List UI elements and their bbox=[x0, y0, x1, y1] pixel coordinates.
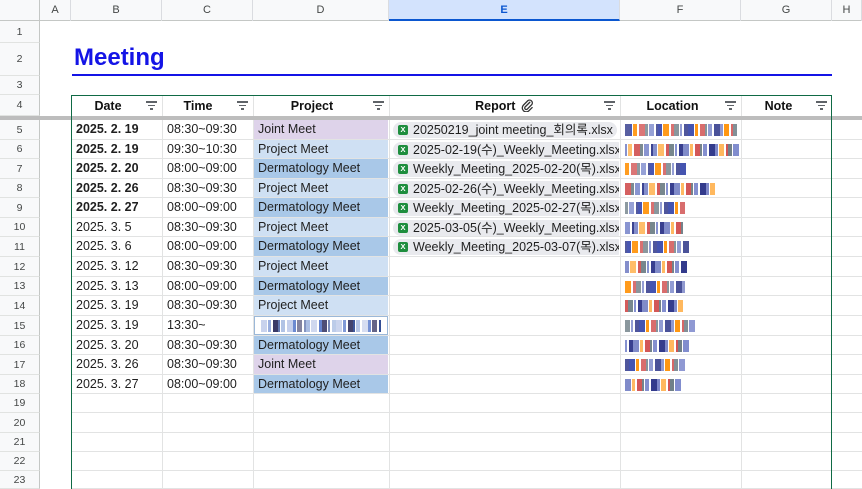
row-header-12[interactable]: 12 bbox=[0, 257, 40, 277]
select-all-corner[interactable] bbox=[0, 0, 40, 21]
row-header-19[interactable]: 19 bbox=[0, 394, 40, 413]
column-header-d[interactable]: D bbox=[253, 0, 389, 21]
row-header-23[interactable]: 23 bbox=[0, 471, 40, 489]
row-header-15[interactable]: 15 bbox=[0, 316, 40, 336]
row-header-20[interactable]: 20 bbox=[0, 413, 40, 433]
column-header-b[interactable]: B bbox=[71, 0, 162, 21]
row-header-21[interactable]: 21 bbox=[0, 433, 40, 452]
row-header-6[interactable]: 6 bbox=[0, 140, 40, 159]
row-header-1[interactable]: 1 bbox=[0, 21, 40, 43]
row-header-3[interactable]: 3 bbox=[0, 76, 40, 95]
column-header-g[interactable]: G bbox=[741, 0, 832, 21]
row-header-17[interactable]: 17 bbox=[0, 355, 40, 375]
row-header-11[interactable]: 11 bbox=[0, 237, 40, 257]
row-header-4[interactable]: 4 bbox=[0, 95, 40, 116]
row-header-22[interactable]: 22 bbox=[0, 452, 40, 471]
row-header-18[interactable]: 18 bbox=[0, 375, 40, 394]
page-title[interactable]: Meeting bbox=[74, 44, 165, 72]
row-header-7[interactable]: 7 bbox=[0, 159, 40, 179]
column-header-f[interactable]: F bbox=[620, 0, 741, 21]
row-header-14[interactable]: 14 bbox=[0, 296, 40, 316]
row-header-5[interactable]: 5 bbox=[0, 120, 40, 140]
table-border bbox=[71, 95, 832, 489]
column-header-h[interactable]: H bbox=[832, 0, 862, 21]
row-header-9[interactable]: 9 bbox=[0, 198, 40, 218]
column-header-c[interactable]: C bbox=[162, 0, 253, 21]
row-header-2[interactable]: 2 bbox=[0, 43, 40, 76]
row-header-13[interactable]: 13 bbox=[0, 277, 40, 296]
title-underline bbox=[72, 74, 832, 76]
column-header-bar: A B C D E F G H bbox=[0, 0, 862, 21]
row-header-8[interactable]: 8 bbox=[0, 179, 40, 198]
column-header-a[interactable]: A bbox=[40, 0, 71, 21]
row-header-16[interactable]: 16 bbox=[0, 336, 40, 355]
column-header-e[interactable]: E bbox=[389, 0, 620, 21]
row-header-10[interactable]: 10 bbox=[0, 218, 40, 237]
